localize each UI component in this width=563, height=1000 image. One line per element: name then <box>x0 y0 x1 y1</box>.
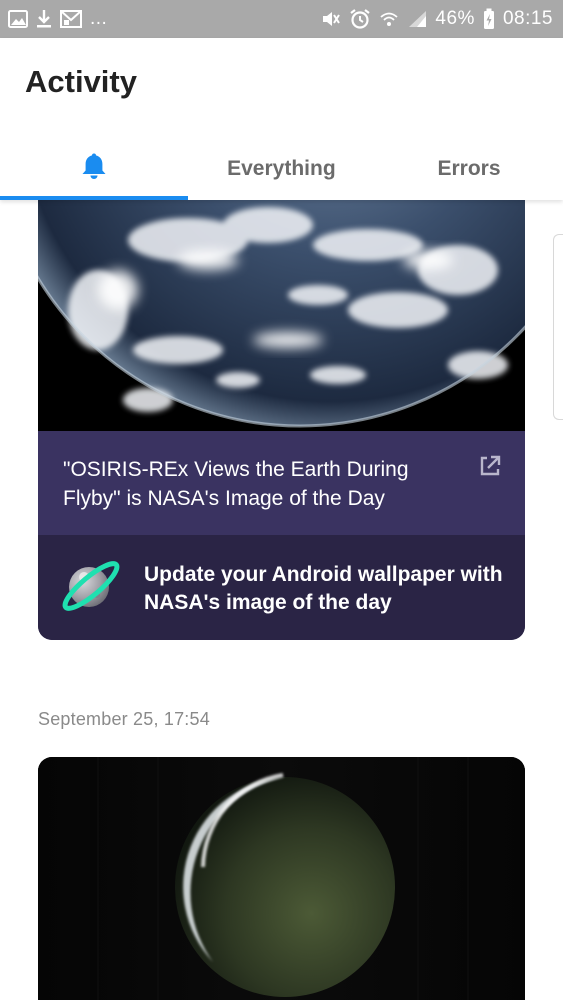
promo-text[interactable]: Update your Android wallpaper with NASA'… <box>144 561 514 617</box>
external-link-icon[interactable] <box>479 455 501 477</box>
system-status: 46% 08:15 <box>321 8 553 30</box>
tab-errors[interactable]: Errors <box>375 140 563 198</box>
status-bar: ... 46% 08:15 <box>0 0 563 38</box>
battery-charging-icon <box>483 8 495 30</box>
wifi-icon <box>379 8 399 30</box>
story-title[interactable]: "OSIRIS-REx Views the Earth During Flyby… <box>63 455 453 513</box>
timestamp: September 25, 17:54 <box>38 709 210 729</box>
scroll-indicator[interactable] <box>553 234 563 420</box>
tab-everything[interactable]: Everything <box>188 140 376 198</box>
moon-image <box>38 757 525 1000</box>
earth-image <box>38 200 525 431</box>
mail-icon <box>60 8 82 30</box>
notification-icons: ... <box>8 8 107 30</box>
download-icon <box>36 8 52 30</box>
clock: 08:15 <box>502 8 553 29</box>
tab-bar: Everything Errors <box>0 140 563 200</box>
alarm-icon <box>349 8 371 30</box>
battery-percent: 46% <box>435 8 475 29</box>
app-header: Activity Everything Errors <box>0 38 563 200</box>
activity-feed[interactable]: "OSIRIS-REx Views the Earth During Flyby… <box>0 200 563 1000</box>
story-section[interactable]: "OSIRIS-REx Views the Earth During Flyby… <box>38 431 525 535</box>
more-notifications-indicator: ... <box>90 8 108 29</box>
promo-section[interactable]: Update your Android wallpaper with NASA'… <box>38 535 525 640</box>
signal-icon <box>407 8 427 30</box>
image-icon <box>8 8 28 30</box>
bell-icon <box>81 152 107 186</box>
activity-card[interactable] <box>38 757 525 1000</box>
tab-notifications[interactable] <box>0 140 188 200</box>
page-title: Activity <box>25 64 137 99</box>
activity-card[interactable]: "OSIRIS-REx Views the Earth During Flyby… <box>38 200 525 640</box>
mute-icon <box>321 8 341 30</box>
planet-icon <box>60 555 122 617</box>
